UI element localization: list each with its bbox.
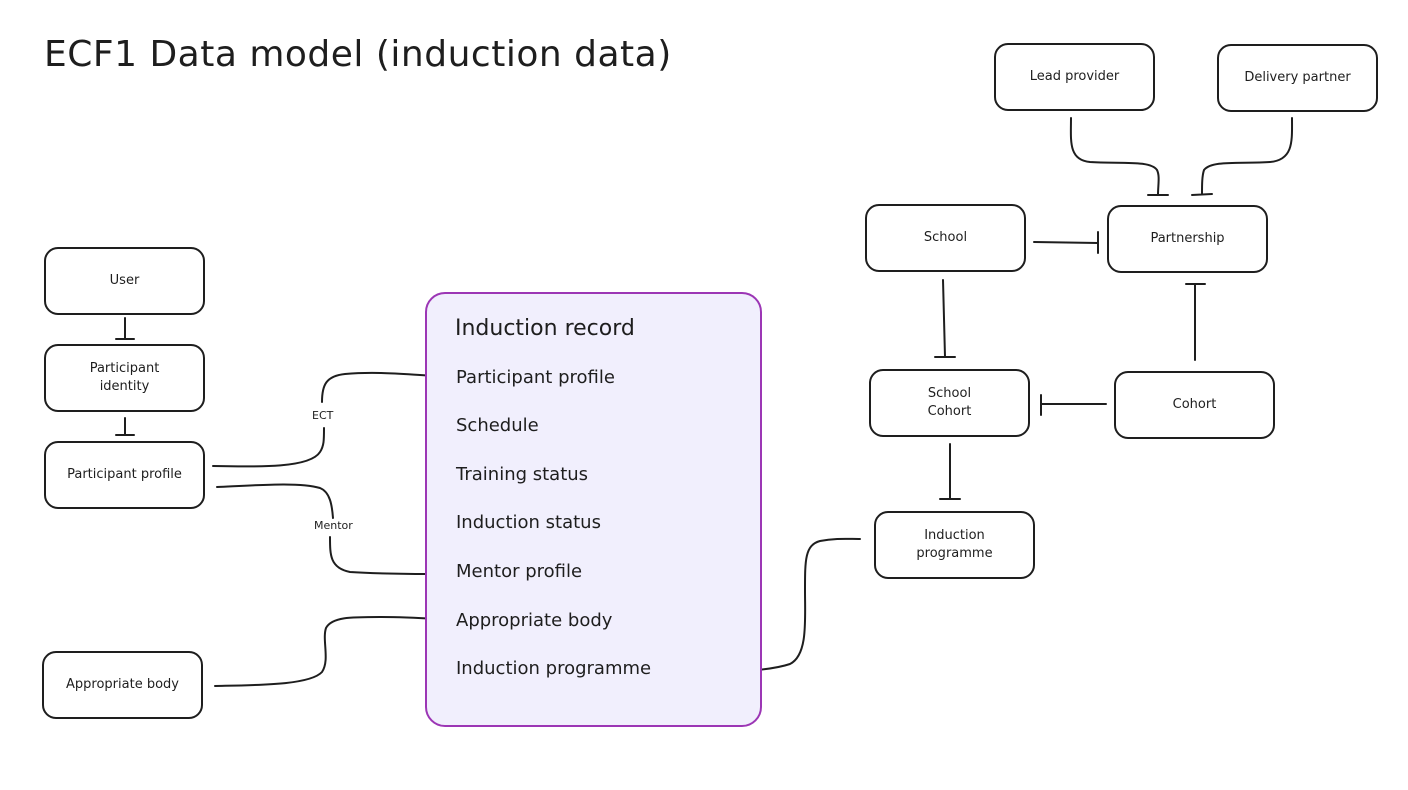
connector-delivery-partner-partnership[interactable]	[1191, 117, 1294, 196]
field-mentor-profile[interactable]: Mentor profile	[456, 561, 582, 582]
field-appropriate-body[interactable]: Appropriate body	[456, 610, 612, 631]
entity-delivery-partner[interactable]: Delivery partner	[1217, 44, 1378, 112]
entity-school[interactable]: School	[865, 204, 1026, 272]
edge-label-ect: ECT	[310, 409, 336, 422]
induction-record-entity[interactable]: Induction record Participant profile Sch…	[425, 292, 762, 727]
page-title: ECF1 Data model (induction data)	[44, 34, 672, 75]
connector-school-partnership[interactable]	[1033, 231, 1099, 254]
induction-record-title: Induction record	[455, 316, 635, 341]
connector-appropriate-body[interactable]	[214, 609, 437, 687]
entity-label: Participant profile	[67, 467, 182, 482]
connector-mentor[interactable]	[216, 483, 441, 583]
entity-label: Delivery partner	[1244, 70, 1351, 85]
entity-participant-identity[interactable]: Participant identity	[44, 344, 205, 412]
entity-label: Induction programme	[916, 528, 993, 561]
connector-cohort-schoolcohort[interactable]	[1040, 394, 1107, 416]
entity-label: Participant identity	[89, 361, 160, 394]
entity-label: School Cohort	[927, 386, 972, 419]
connector-schoolcohort-programme[interactable]	[939, 443, 961, 500]
field-schedule[interactable]: Schedule	[456, 415, 539, 436]
entity-label: User	[109, 273, 140, 288]
field-training-status[interactable]: Training status	[456, 464, 588, 485]
field-induction-status[interactable]: Induction status	[456, 512, 601, 533]
entity-cohort[interactable]: Cohort	[1114, 371, 1275, 439]
connector-user-identity[interactable]	[115, 317, 135, 340]
entity-lead-provider[interactable]: Lead provider	[994, 43, 1155, 111]
entity-user[interactable]: User	[44, 247, 205, 315]
edge-label-mentor: Mentor	[312, 519, 355, 532]
entity-label: School	[923, 230, 968, 245]
entity-school-cohort[interactable]: School Cohort	[869, 369, 1030, 437]
entity-participant-profile[interactable]: Participant profile	[44, 441, 205, 509]
entity-appropriate-body[interactable]: Appropriate body	[42, 651, 203, 719]
entity-label: Appropriate body	[66, 677, 179, 692]
connector-cohort-partnership[interactable]	[1185, 283, 1206, 361]
entity-label: Partnership	[1150, 231, 1225, 246]
connector-school-schoolcohort[interactable]	[934, 279, 956, 358]
connector-identity-profile[interactable]	[115, 417, 135, 436]
entity-label: Cohort	[1172, 397, 1217, 412]
entity-induction-programme[interactable]: Induction programme	[874, 511, 1035, 579]
field-induction-programme[interactable]: Induction programme	[456, 658, 651, 679]
field-participant-profile[interactable]: Participant profile	[456, 367, 615, 388]
entity-partnership[interactable]: Partnership	[1107, 205, 1268, 273]
entity-label: Lead provider	[1029, 69, 1120, 84]
connector-lead-provider-partnership[interactable]	[1069, 117, 1169, 196]
